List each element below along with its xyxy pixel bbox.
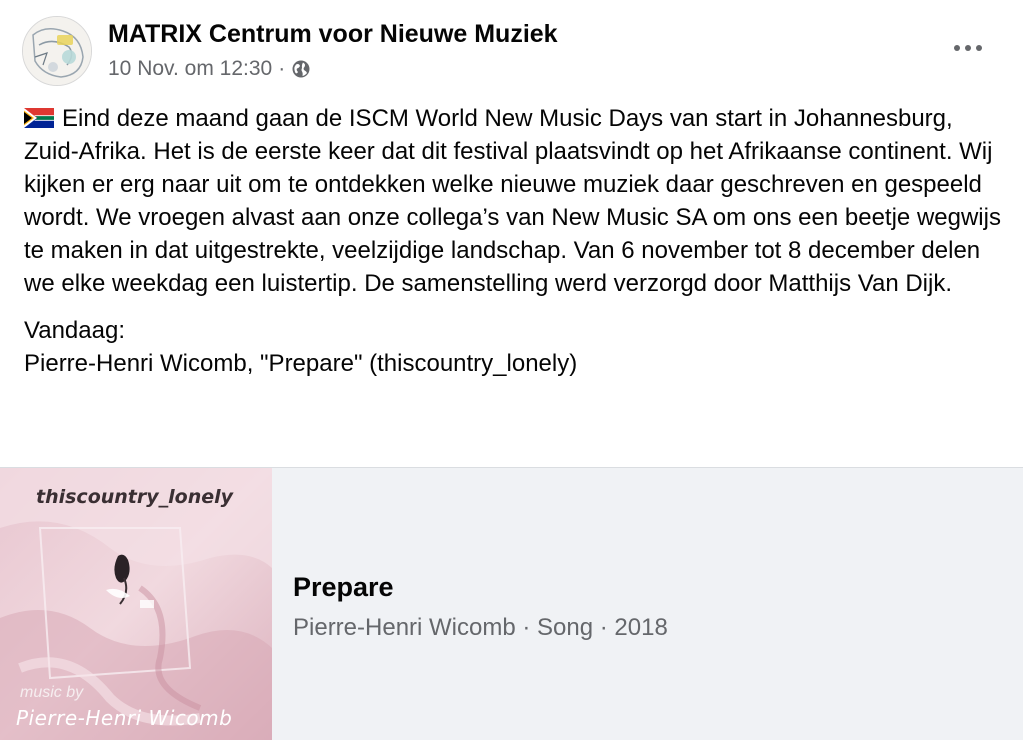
cover-artist: Pierre-Henri Wicomb [16,706,233,730]
post-message: Eind deze maand gaan de ISCM World New M… [24,102,1009,300]
cover-title: thiscountry_lonely [36,486,234,508]
more-dot-icon [976,45,982,51]
south-africa-flag-icon [24,104,54,128]
today-label: Vandaag: [24,317,125,344]
page-avatar[interactable] [22,16,92,86]
post-message-text: Eind deze maand gaan de ISCM World New M… [24,105,1001,297]
song-title[interactable]: Prepare [293,572,394,603]
post-header: MATRIX Centrum voor Nieuwe Muziek 10 Nov… [0,0,1023,100]
link-preview-card[interactable]: thiscountry_lonely music by Pierre-Henri… [0,468,1023,740]
song-subtitle: Pierre-Henri Wicomb · Song · 2018 [293,614,668,641]
globe-icon[interactable] [291,59,311,79]
meta-separator: · [278,57,286,80]
today-item: Pierre-Henri Wicomb, "Prepare" (thiscoun… [24,350,578,377]
avatar-logo-icon [23,17,91,85]
post-timestamp-link[interactable]: 10 Nov. om 12:30 [108,57,272,81]
post-meta: 10 Nov. om 12:30 · [108,57,311,81]
cover-music-by: music by [20,684,84,701]
more-dot-icon [954,45,960,51]
more-dot-icon [965,45,971,51]
album-cover[interactable]: thiscountry_lonely music by Pierre-Henri… [0,468,272,740]
more-options-button[interactable] [946,30,990,66]
page-name-link[interactable]: MATRIX Centrum voor Nieuwe Muziek [108,20,558,49]
post-body: Eind deze maand gaan de ISCM World New M… [24,102,1009,380]
